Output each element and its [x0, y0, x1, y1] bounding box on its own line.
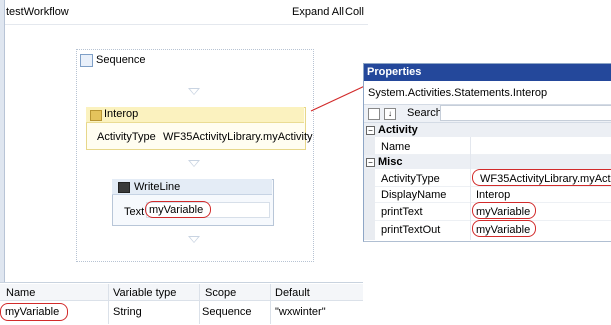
drop-arrow-icon [188, 160, 200, 167]
collapse-all-link[interactable]: Coll [345, 6, 364, 18]
prop-name-label: Name [381, 141, 411, 153]
col-header-name[interactable]: Name [6, 287, 35, 299]
prop-displayname-label: DisplayName [381, 189, 447, 201]
col-header-type[interactable]: Variable type [113, 287, 176, 299]
highlight-variable-name [0, 303, 68, 321]
search-input[interactable] [440, 105, 611, 121]
writeline-title: WriteLine [134, 181, 181, 193]
prop-printtextout-label: printTextOut [381, 224, 441, 236]
writeline-icon [118, 182, 130, 193]
drop-arrow-icon [188, 88, 200, 95]
property-grid-gutter [364, 123, 375, 240]
breadcrumb-workflow[interactable]: testWorkflow [6, 6, 69, 18]
categorize-icon[interactable] [368, 108, 380, 120]
sequence-activity[interactable] [76, 49, 314, 262]
col-header-scope[interactable]: Scope [205, 287, 236, 299]
prop-displayname-value[interactable]: Interop [476, 189, 510, 201]
highlight-printtext [472, 202, 536, 219]
prop-activitytype-label: ActivityType [381, 173, 440, 185]
collapse-icon[interactable]: − [366, 158, 375, 167]
interop-title: Interop [104, 108, 139, 120]
designer-left-strip [0, 0, 5, 324]
sequence-title: Sequence [96, 54, 146, 66]
properties-title: Properties [367, 66, 422, 78]
sequence-icon [80, 54, 93, 67]
drop-arrow-icon [188, 236, 200, 243]
annotation-connector-line [310, 83, 370, 112]
highlight-activitytype [472, 169, 611, 186]
col-header-default[interactable]: Default [275, 287, 310, 299]
collapse-icon[interactable]: − [366, 126, 375, 135]
activity-type-value: WF35ActivityLibrary.myActivity [163, 131, 313, 143]
category-activity-label: Activity [378, 124, 418, 136]
interop-icon [90, 110, 102, 121]
sort-alpha-icon[interactable]: ↓ [384, 108, 396, 120]
properties-title-bar: Properties [364, 64, 611, 81]
column-divider [470, 137, 471, 240]
variable-scope-cell[interactable]: Sequence [202, 306, 252, 318]
variable-type-cell[interactable]: String [113, 306, 142, 318]
prop-printtext-label: printText [381, 206, 423, 218]
category-misc-label: Misc [378, 156, 403, 168]
highlight-writeline-text [145, 201, 211, 218]
properties-type-name: System.Activities.Statements.Interop [368, 87, 548, 99]
row-divider [375, 186, 611, 187]
activity-type-label: ActivityType [97, 131, 156, 143]
writeline-text-label: Text [124, 206, 145, 218]
expand-all-link[interactable]: Expand All [292, 6, 344, 18]
variable-default-cell[interactable]: "wxwinter" [275, 306, 326, 318]
highlight-printtextout [472, 220, 536, 237]
